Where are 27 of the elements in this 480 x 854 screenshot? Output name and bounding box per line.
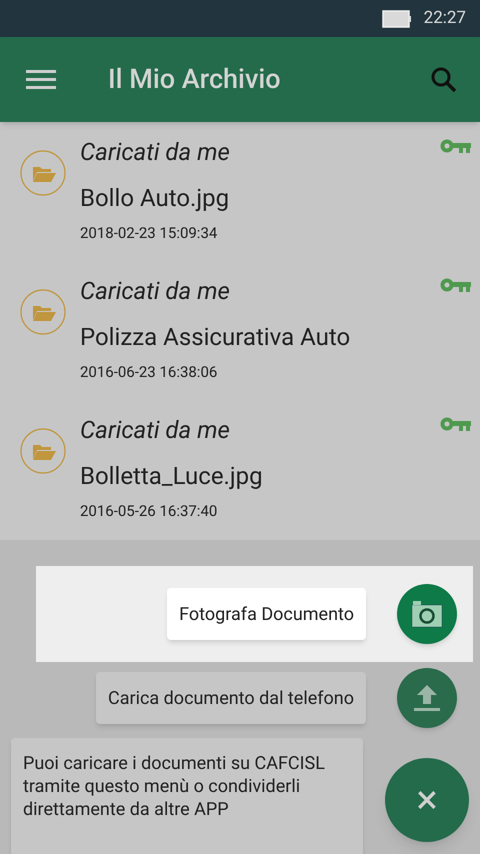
file-name: Bollo Auto.jpg [80,184,230,212]
file-name: Bolletta_Luce.jpg [80,462,263,490]
battery-icon [382,8,412,28]
folder-icon [20,150,66,196]
key-icon[interactable] [440,138,472,154]
file-date: 2016-05-26 16:37:40 [80,501,218,522]
upload-icon [413,684,441,712]
action-button[interactable] [397,584,457,644]
action-label[interactable]: Fotografa Documento [167,588,366,640]
key-icon[interactable] [440,277,472,293]
clock-time: 22:27 [424,6,466,30]
file-source: Caricati da me [80,138,230,166]
file-name: Polizza Assicurativa Auto [80,323,350,351]
file-date: 2018-02-23 15:09:34 [80,223,218,244]
menu-icon[interactable] [26,68,58,90]
camera-icon [411,600,443,628]
hint-text: Puoi caricare i documenti su CAFCISL tramite questo menù o condividerli direttamente da altre APP [11,738,363,854]
key-icon[interactable] [440,416,472,432]
folder-icon [20,289,66,335]
file-source: Caricati da me [80,277,231,305]
action-label[interactable]: Carica documento dal telefono [96,672,366,724]
folder-icon [20,428,66,474]
file-date: 2016-06-23 16:38:06 [80,362,218,383]
search-icon[interactable] [430,66,458,94]
close-button[interactable]: × [385,758,469,842]
app-title: Il Mio Archivio [108,62,281,98]
file-source: Caricati da me [80,416,231,444]
